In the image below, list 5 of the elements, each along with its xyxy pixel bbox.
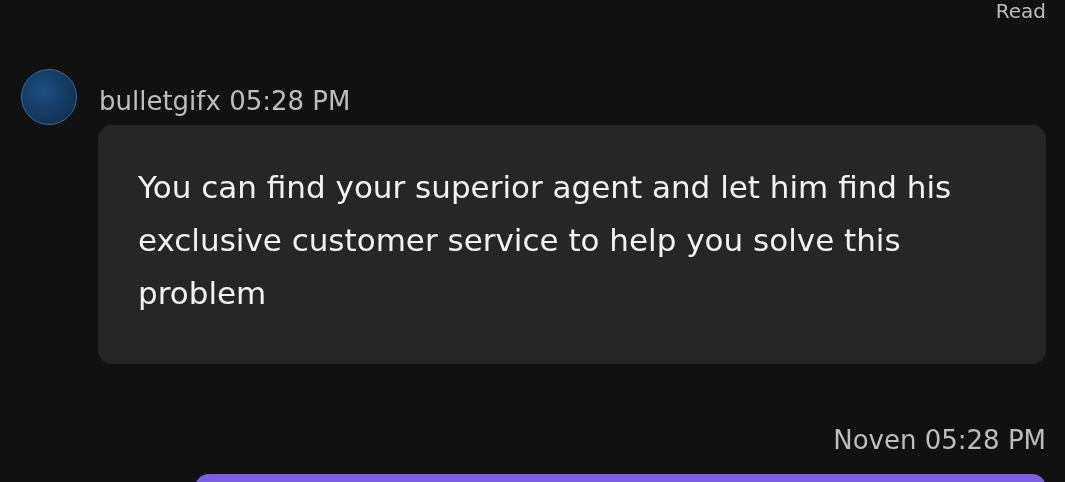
read-receipt: Read [995,0,1046,25]
message-meta: Noven 05:28 PM [833,425,1046,455]
avatar[interactable] [21,69,77,125]
message-bubble: You can find your superior agent and let him find his exclusive customer service to help you solve this problem [98,125,1046,364]
message-meta: bulletgifx 05:28 PM [99,86,351,116]
